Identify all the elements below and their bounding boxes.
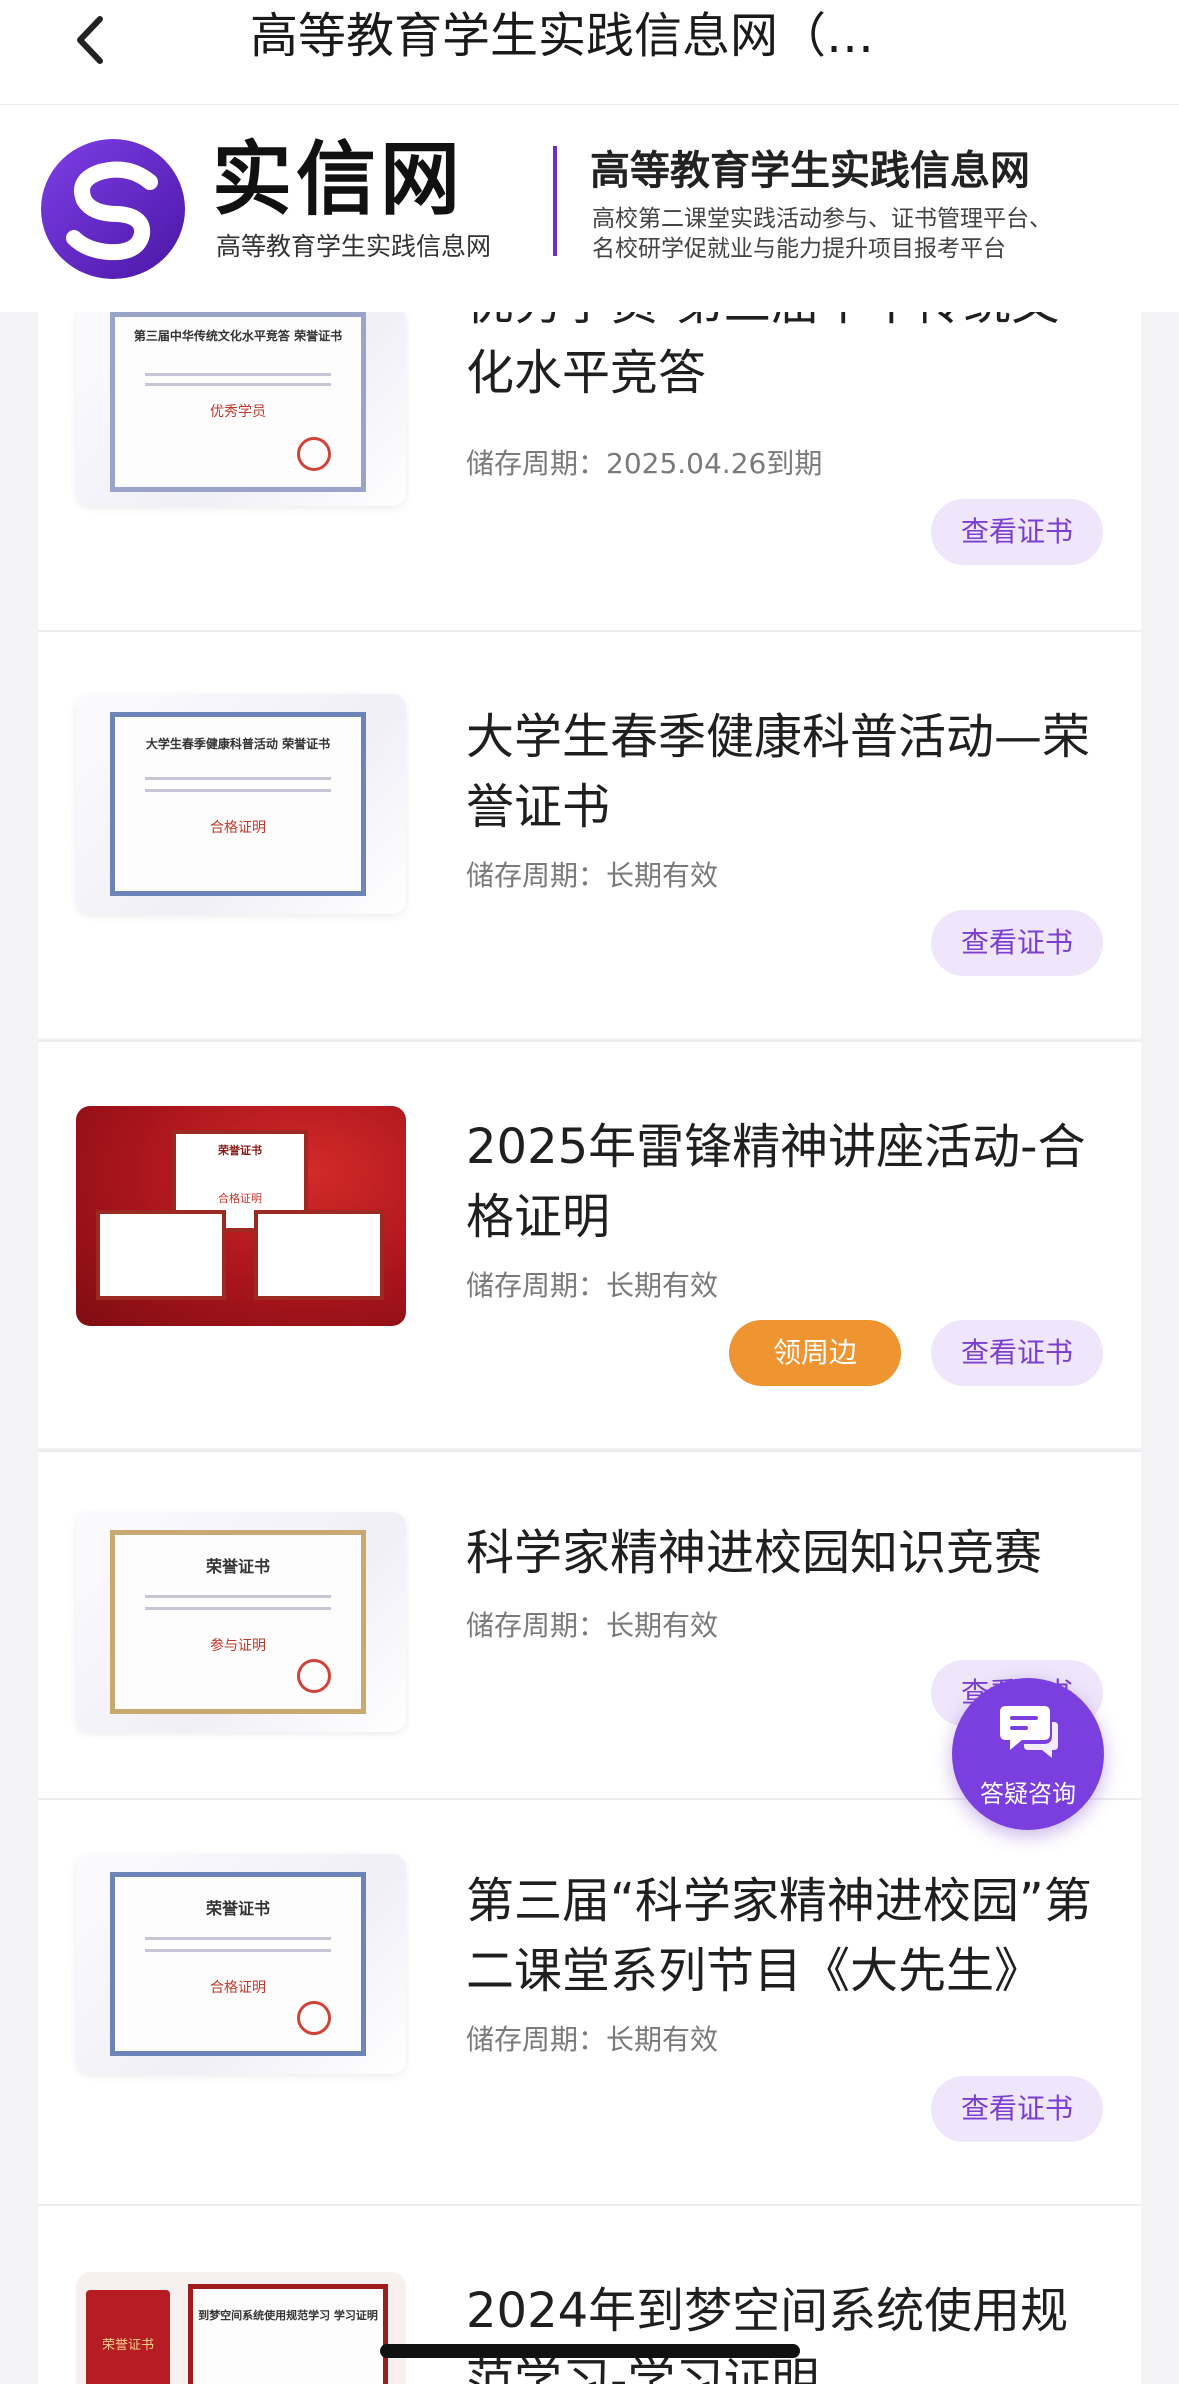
home-indicator xyxy=(380,2344,800,2358)
certificate-thumbnail[interactable]: 第三届中华传统文化水平竞答 荣誉证书 优秀学员 xyxy=(76,306,406,506)
logo-icon xyxy=(41,139,185,279)
certificate-title[interactable]: 2025年雷锋精神讲座活动-合格证明 xyxy=(466,1112,1106,1252)
thumb-footer: 参与证明 xyxy=(210,1638,266,1654)
banner-divider xyxy=(553,146,557,256)
view-certificate-button[interactable]: 查看证书 xyxy=(931,499,1103,565)
certificate-thumbnail[interactable]: 荣誉证书 合格证明 xyxy=(76,1854,406,2074)
claim-merch-button[interactable]: 领周边 xyxy=(729,1320,901,1386)
chat-bubble-icon xyxy=(1000,1706,1058,1758)
certificate-title[interactable]: 大学生春季健康科普活动—荣誉证书 xyxy=(466,702,1106,842)
storage-period: 储存周期：长期有效 xyxy=(466,2023,719,2056)
help-consult-button[interactable]: 答疑咨询 xyxy=(952,1678,1104,1830)
certificate-card: 荣誉证书 合格证明 2025年雷锋精神讲座活动-合格证明 储存周期：长期有效 领… xyxy=(38,1040,1141,1448)
thumb-heading: 荣誉证书 xyxy=(218,1144,262,1157)
top-nav-bar: 高等教育学生实践信息网（… xyxy=(0,0,1179,105)
thumb-footer: 荣誉证书 xyxy=(101,2338,154,2353)
thumb-footer: 优秀学员 xyxy=(210,404,266,420)
storage-period: 储存周期：2025.04.26到期 xyxy=(466,447,823,480)
storage-period: 储存周期：长期有效 xyxy=(466,859,719,892)
brand-banner: 实信网 高等教育学生实践信息网 高等教育学生实践信息网 高校第二课堂实践活动参与… xyxy=(0,104,1179,312)
certificate-card: 荣誉证书 合格证明 第三届“科学家精神进校园”第二课堂系列节目《大先生》学… 储… xyxy=(38,1798,1141,2206)
thumb-heading: 荣誉证书 xyxy=(205,1899,270,1918)
view-certificate-button[interactable]: 查看证书 xyxy=(931,2076,1103,2142)
certificate-title[interactable]: 2024年到梦空间系统使用规范学习-学习证明 xyxy=(466,2276,1106,2384)
banner-description: 高校第二课堂实践活动参与、证书管理平台、 名校研学促就业与能力提升项目报考平台 xyxy=(592,206,1052,262)
thumb-footer: 合格证明 xyxy=(218,1192,262,1205)
brand-subtitle: 高等教育学生实践信息网 xyxy=(216,232,492,261)
seal-icon xyxy=(297,1659,331,1693)
thumb-heading: 到梦空间系统使用规范学习 学习证明 xyxy=(198,2309,378,2322)
thumb-heading: 第三届中华传统文化水平竞答 荣誉证书 xyxy=(133,329,343,343)
brand-name: 实信网 xyxy=(212,133,464,226)
certificate-thumbnail[interactable]: 荣誉证书 到梦空间系统使用规范学习 学习证明 xyxy=(76,2272,406,2384)
seal-icon xyxy=(297,437,331,471)
view-certificate-button[interactable]: 查看证书 xyxy=(931,1320,1103,1386)
view-certificate-button[interactable]: 查看证书 xyxy=(931,910,1103,976)
chevron-left-icon xyxy=(77,16,103,64)
thumb-footer: 合格证明 xyxy=(210,1980,266,1996)
thumb-footer: 合格证明 xyxy=(210,820,266,836)
certificate-thumbnail[interactable]: 荣誉证书 合格证明 xyxy=(76,1106,406,1326)
certificate-thumbnail[interactable]: 荣誉证书 参与证明 xyxy=(76,1512,406,1732)
storage-period: 储存周期：长期有效 xyxy=(466,1609,719,1642)
banner-title: 高等教育学生实践信息网 xyxy=(590,148,1030,194)
certificate-thumbnail[interactable]: 大学生春季健康科普活动 荣誉证书 合格证明 xyxy=(76,694,406,914)
certificate-title[interactable]: 科学家精神进校园知识竞赛 xyxy=(466,1518,1106,1588)
back-button[interactable] xyxy=(60,10,120,70)
help-consult-label: 答疑咨询 xyxy=(980,1780,1076,1808)
seal-icon xyxy=(297,2001,331,2035)
thumb-heading: 大学生春季健康科普活动 荣誉证书 xyxy=(145,737,331,751)
certificate-card: 大学生春季健康科普活动 荣誉证书 合格证明 大学生春季健康科普活动—荣誉证书 储… xyxy=(38,630,1141,1038)
page-title: 高等教育学生实践信息网（… xyxy=(250,8,875,64)
certificate-title[interactable]: 第三届“科学家精神进校园”第二课堂系列节目《大先生》学… xyxy=(466,1866,1106,2006)
storage-period: 储存周期：长期有效 xyxy=(466,1269,719,1302)
thumb-heading: 荣誉证书 xyxy=(205,1557,270,1576)
